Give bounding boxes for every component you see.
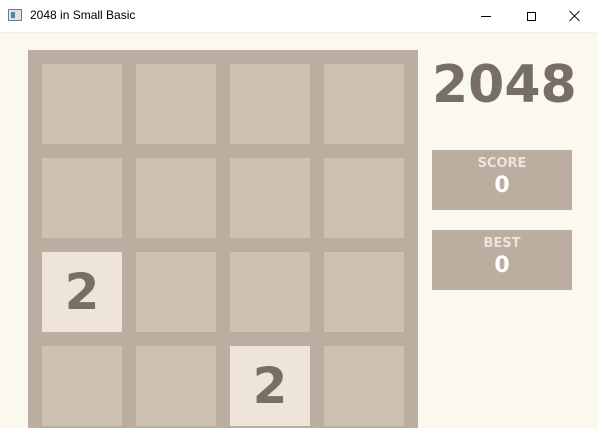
maximize-icon <box>526 11 536 21</box>
empty-cell <box>324 252 404 332</box>
empty-cell <box>324 64 404 144</box>
best-box: BEST 0 <box>432 230 572 290</box>
empty-cell <box>136 158 216 238</box>
tile: 2 <box>230 346 310 426</box>
empty-cell <box>42 346 122 426</box>
empty-cell <box>324 158 404 238</box>
score-label: SCORE <box>477 156 527 171</box>
empty-cell <box>324 346 404 426</box>
score-value: 0 <box>494 173 510 198</box>
empty-cell <box>42 64 122 144</box>
maximize-button[interactable] <box>508 0 554 32</box>
best-value: 0 <box>494 253 510 278</box>
tile-value: 2 <box>64 263 100 321</box>
score-box: SCORE 0 <box>432 150 572 210</box>
empty-cell <box>230 158 310 238</box>
window-title: 2048 in Small Basic <box>30 8 136 22</box>
tile: 2 <box>42 252 122 332</box>
best-label: BEST <box>483 236 521 251</box>
empty-cell <box>230 252 310 332</box>
app-icon <box>8 9 22 21</box>
tile-value: 2 <box>252 357 288 415</box>
game-title: 2048 <box>432 55 577 115</box>
empty-cell <box>42 158 122 238</box>
empty-cell <box>230 64 310 144</box>
title-bar[interactable]: 2048 in Small Basic <box>0 0 598 33</box>
minimize-button[interactable] <box>463 0 509 32</box>
empty-cell <box>136 252 216 332</box>
close-icon <box>569 10 581 22</box>
minimize-icon <box>481 15 491 17</box>
close-button[interactable] <box>552 0 598 32</box>
empty-cell <box>136 64 216 144</box>
empty-cell <box>136 346 216 426</box>
game-board[interactable]: 22 <box>28 50 418 428</box>
